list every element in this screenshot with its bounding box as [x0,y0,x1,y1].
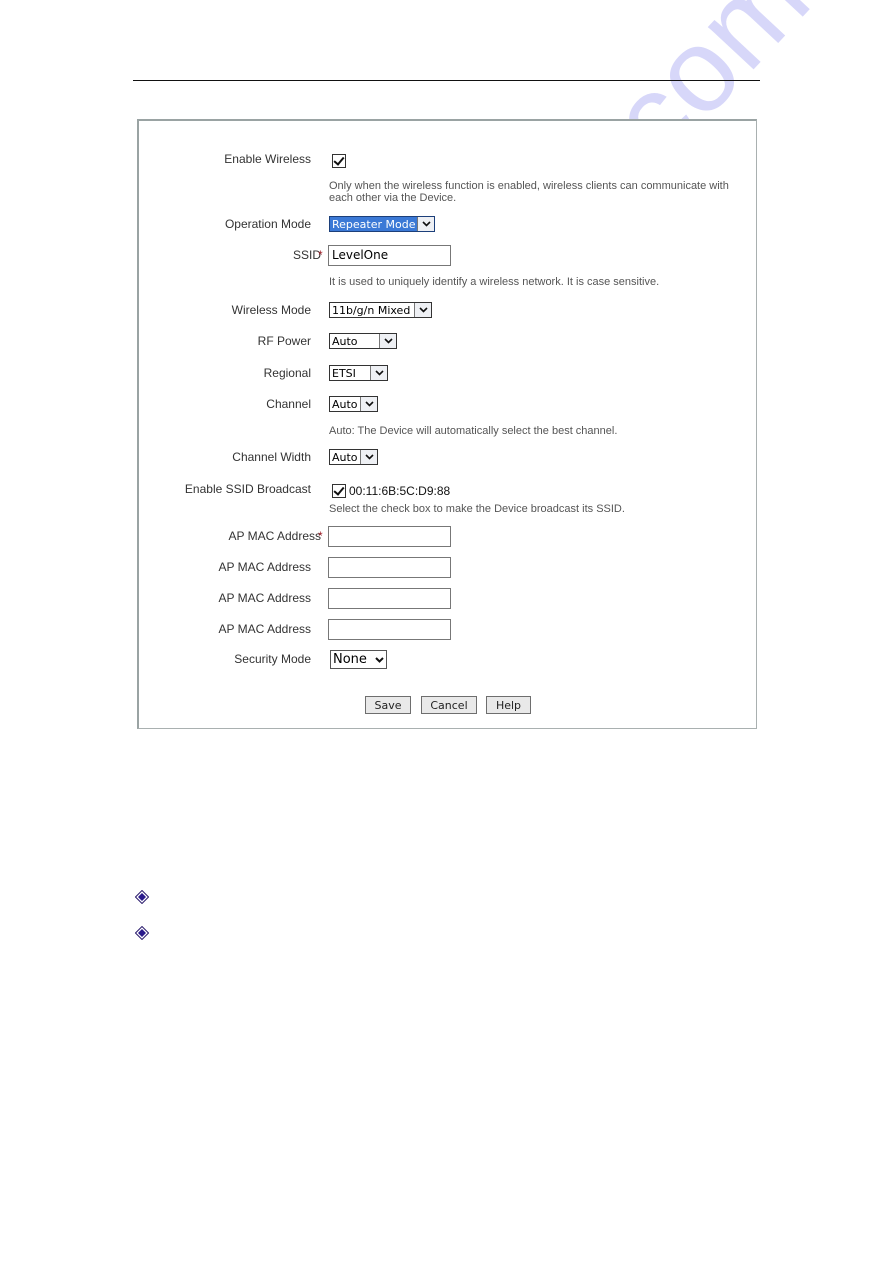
operation-mode-label: Operation Mode [224,217,311,231]
save-button[interactable]: Save [365,696,411,714]
help-button[interactable]: Help [486,696,531,714]
ssid-input[interactable]: LevelOne [328,245,451,266]
cancel-button[interactable]: Cancel [421,696,477,714]
ap-mac-address-required-mark: * [318,529,323,543]
regional-label: Regional [263,366,311,380]
channel-label: Channel [266,397,311,411]
ssid-required-mark: * [318,248,323,262]
enable-wireless-description-line2: each other via the Device. [329,192,457,204]
diamond-bullet-icon [135,926,149,940]
ssid-broadcast-checkbox[interactable] [332,483,346,498]
rf-power-value: Auto [332,335,358,348]
channel-width-value: Auto [332,451,358,464]
operation-mode-value: Repeater Mode [330,217,418,231]
ssid-description: It is used to uniquely identify a wirele… [329,276,660,288]
security-mode-value: None [333,652,367,667]
ap-mac-address-input-4[interactable] [328,619,451,640]
checkbox-checked-icon [332,153,346,168]
wireless-mode-select[interactable]: 11b/g/n Mixed [329,302,432,318]
chevron-down-icon [417,217,434,231]
chevron-down-icon [379,334,396,348]
regional-value: ETSI [332,367,356,380]
enable-wireless-checkbox[interactable] [332,152,346,170]
ap-mac-address-input-3[interactable] [328,588,451,609]
chevron-down-icon [414,303,431,317]
channel-width-label: Channel Width [232,450,311,464]
regional-select[interactable]: ETSI [329,365,388,381]
rf-power-select[interactable]: Auto [329,333,397,349]
header-rule [133,80,760,81]
security-mode-select[interactable]: None [330,650,387,669]
enable-wireless-label: Enable Wireless [224,152,311,166]
security-mode-label: Security Mode [234,652,311,666]
ap-mac-address-label: AP MAC Address [228,529,321,543]
ap-mac-address-label: AP MAC Address [218,591,311,605]
channel-width-select[interactable]: Auto [329,449,378,465]
ap-mac-address-input-1[interactable] [328,526,451,547]
diamond-bullet-icon [135,890,149,904]
wireless-mode-label: Wireless Mode [231,303,311,317]
ssid-broadcast-description: Select the check box to make the Device … [329,503,625,515]
chevron-down-icon [370,366,387,380]
chevron-down-icon [360,397,377,411]
channel-description: Auto: The Device will automatically sele… [329,425,618,437]
rf-power-label: RF Power [257,334,311,348]
ssid-broadcast-label: Enable SSID Broadcast [184,482,311,496]
ssid-broadcast-row: 00:11:6B:5C:D9:88 [332,482,450,500]
chevron-down-icon [360,450,377,464]
channel-value: Auto [332,398,358,411]
ap-mac-address-label: AP MAC Address [218,560,311,574]
wireless-mode-value: 11b/g/n Mixed [332,304,411,317]
chevron-down-icon [372,651,386,668]
enable-wireless-description-line1: Only when the wireless function is enabl… [329,180,729,192]
operation-mode-select[interactable]: Repeater Mode [329,216,435,232]
ssid-label: SSID [292,248,321,262]
device-mac-address: 00:11:6B:5C:D9:88 [349,483,451,498]
ap-mac-address-input-2[interactable] [328,557,451,578]
channel-select[interactable]: Auto [329,396,378,412]
ap-mac-address-label: AP MAC Address [218,622,311,636]
